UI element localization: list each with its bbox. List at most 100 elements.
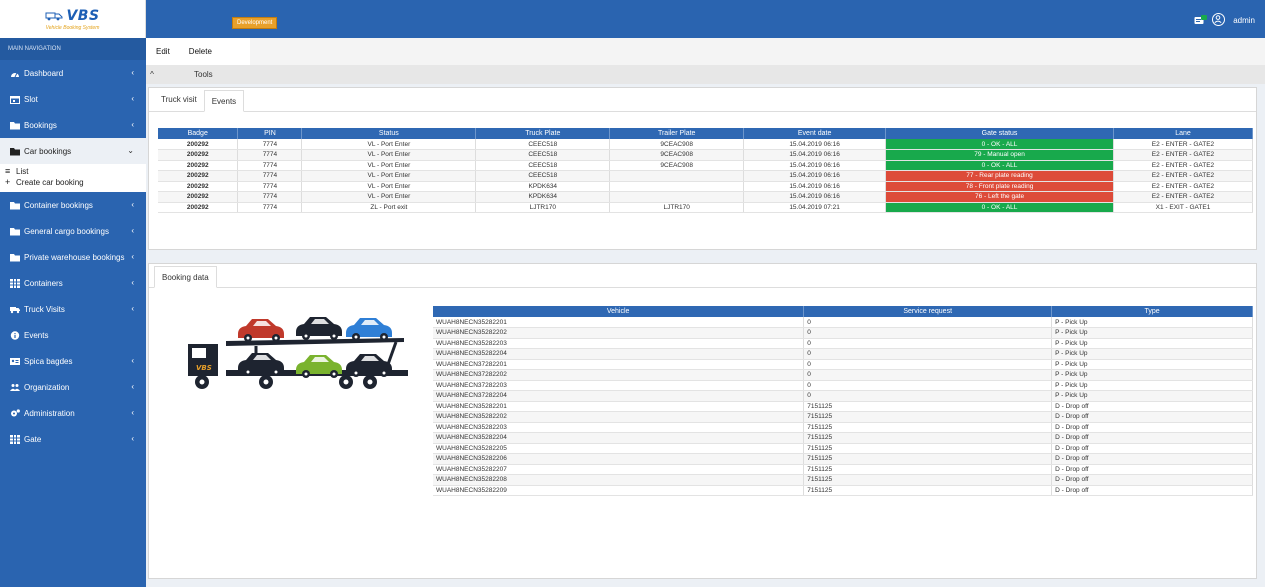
table-cell: 7151125 xyxy=(803,464,1053,475)
delete-button[interactable]: Delete xyxy=(179,47,221,56)
collapse-toolbar-icon[interactable]: ^ xyxy=(146,70,158,79)
column-header[interactable]: Lane xyxy=(1113,128,1254,139)
gears-icon xyxy=(10,408,22,418)
table-row[interactable]: WUAH8NECN37282204 0 P - Pick Up xyxy=(433,390,1253,402)
table-cell: 7151125 xyxy=(803,443,1053,454)
table-row[interactable]: WUAH8NECN35282202 7151125 D - Drop off xyxy=(433,411,1253,423)
sidebar-item-dashboard[interactable]: Dashboard ‹ xyxy=(0,60,146,86)
submenu-item-list[interactable]: ≡ List xyxy=(0,166,146,177)
tools-label[interactable]: Tools xyxy=(194,70,213,79)
column-header[interactable]: PIN xyxy=(237,128,303,139)
table-cell: VL - Port Enter xyxy=(301,160,477,171)
edit-button[interactable]: Edit xyxy=(146,47,179,56)
table-row[interactable]: 200292 7774 ZL - Port exit LJTR170 LJTR170 15… xyxy=(158,202,1254,213)
sidebar-item-label: General cargo bookings xyxy=(24,226,109,236)
chevron-left-icon: ‹ xyxy=(131,120,134,129)
column-header[interactable]: Vehicle xyxy=(433,306,805,317)
table-row[interactable]: WUAH8NECN35282206 7151125 D - Drop off xyxy=(433,453,1253,465)
chevron-left-icon: ‹ xyxy=(131,304,134,313)
table-cell: D - Drop off xyxy=(1051,411,1253,423)
table-cell: WUAH8NECN37282204 xyxy=(433,390,805,402)
table-row[interactable]: 200292 7774 VL - Port Enter KPDK634 15.04.20… xyxy=(158,191,1254,203)
table-row[interactable]: WUAH8NECN35282201 0 P - Pick Up xyxy=(433,317,1253,328)
table-cell xyxy=(609,170,745,182)
table-cell: 79 - Manual open xyxy=(885,149,1114,161)
table-row[interactable]: WUAH8NECN35282205 7151125 D - Drop off xyxy=(433,443,1253,454)
logo[interactable]: VBS Vehicle Booking System xyxy=(0,0,146,38)
table-row[interactable]: 200292 7774 VL - Port Enter CEEC518 9CEAC908… xyxy=(158,149,1254,161)
table-row[interactable]: WUAH8NECN35282207 7151125 D - Drop off xyxy=(433,464,1253,475)
submenu-label: Create car booking xyxy=(16,178,84,187)
sidebar-item-label: Administration xyxy=(24,408,75,418)
table-cell: CEEC518 xyxy=(475,170,611,182)
table-cell: 0 - OK - ALL xyxy=(885,202,1114,213)
sidebar-item-gate[interactable]: Gate ‹ xyxy=(0,426,146,452)
folder-icon xyxy=(10,121,22,130)
table-cell: WUAH8NECN37282202 xyxy=(433,369,805,381)
folder-icon xyxy=(10,201,22,210)
table-row[interactable]: WUAH8NECN35282203 0 P - Pick Up xyxy=(433,338,1253,349)
sidebar-item-truck-visits[interactable]: Truck Visits ‹ xyxy=(0,296,146,322)
column-header[interactable]: Event date xyxy=(743,128,887,139)
table-row[interactable]: WUAH8NECN35282209 7151125 D - Drop off xyxy=(433,485,1253,496)
sidebar-item-private-warehouse-bookings[interactable]: Private warehouse bookings ‹ xyxy=(0,244,146,270)
submenu-item-create-car-booking[interactable]: + Create car booking xyxy=(0,177,146,188)
notification-icon[interactable] xyxy=(1194,15,1207,25)
column-header[interactable]: Gate status xyxy=(885,128,1114,139)
tab-events[interactable]: Events xyxy=(203,90,245,112)
column-header[interactable]: Service request xyxy=(803,306,1053,317)
user-avatar-icon[interactable] xyxy=(1212,13,1225,26)
table-row[interactable]: 200292 7774 VL - Port Enter CEEC518 9CEAC908… xyxy=(158,160,1254,171)
table-cell: 78 - Front plate reading xyxy=(885,181,1114,192)
table-row[interactable]: WUAH8NECN35282201 7151125 D - Drop off xyxy=(433,401,1253,412)
table-cell: WUAH8NECN35282201 xyxy=(433,317,805,328)
sidebar-item-car-bookings[interactable]: Car bookings ⌄ xyxy=(0,138,146,164)
table-row[interactable]: 200292 7774 VL - Port Enter KPDK634 15.04.20… xyxy=(158,181,1254,192)
table-row[interactable]: WUAH8NECN37282201 0 P - Pick Up xyxy=(433,359,1253,370)
table-cell: P - Pick Up xyxy=(1051,348,1253,360)
table-cell: 7151125 xyxy=(803,485,1053,496)
chevron-left-icon: ‹ xyxy=(131,252,134,261)
table-row[interactable]: WUAH8NECN35282203 7151125 D - Drop off xyxy=(433,422,1253,433)
sidebar-item-label: Events xyxy=(24,330,49,340)
table-cell: CEEC518 xyxy=(475,160,611,171)
car-icon xyxy=(346,318,392,341)
sidebar-item-container-bookings[interactable]: Container bookings ‹ xyxy=(0,192,146,218)
sidebar-item-general-cargo-bookings[interactable]: General cargo bookings ‹ xyxy=(0,218,146,244)
column-header[interactable]: Trailer Plate xyxy=(609,128,745,139)
column-header[interactable]: Type xyxy=(1051,306,1253,317)
table-cell: D - Drop off xyxy=(1051,453,1253,465)
column-header[interactable]: Status xyxy=(301,128,477,139)
table-cell: 15.04.2019 06:16 xyxy=(743,160,887,171)
column-header[interactable]: Truck Plate xyxy=(475,128,611,139)
table-cell: 7151125 xyxy=(803,422,1053,433)
table-row[interactable]: 200292 7774 VL - Port Enter CEEC518 9CEAC908… xyxy=(158,139,1254,150)
column-header[interactable]: Badge xyxy=(158,128,239,139)
folder-icon xyxy=(10,147,22,156)
sidebar-item-organization[interactable]: Organization ‹ xyxy=(0,374,146,400)
chevron-left-icon: ‹ xyxy=(131,382,134,391)
table-row[interactable]: WUAH8NECN35282204 7151125 D - Drop off xyxy=(433,432,1253,444)
sidebar-item-label: Bookings xyxy=(24,120,57,130)
table-cell: 0 xyxy=(803,348,1053,360)
sidebar-item-containers[interactable]: Containers ‹ xyxy=(0,270,146,296)
table-cell: VL - Port Enter xyxy=(301,139,477,150)
table-cell: E2 - ENTER - GATE2 xyxy=(1113,181,1254,192)
sidebar-item-administration[interactable]: Administration ‹ xyxy=(0,400,146,426)
tab-truck-visit[interactable]: Truck visit xyxy=(154,89,204,111)
tab-booking-data[interactable]: Booking data xyxy=(154,266,217,288)
table-cell: WUAH8NECN37282203 xyxy=(433,380,805,391)
sidebar-item-events[interactable]: Events xyxy=(0,322,146,348)
table-row[interactable]: WUAH8NECN37282203 0 P - Pick Up xyxy=(433,380,1253,391)
table-row[interactable]: WUAH8NECN35282202 0 P - Pick Up xyxy=(433,327,1253,339)
sidebar-item-spica-bagdes[interactable]: Spica bagdes ‹ xyxy=(0,348,146,374)
table-row[interactable]: WUAH8NECN35282204 0 P - Pick Up xyxy=(433,348,1253,360)
user-name[interactable]: admin xyxy=(1233,16,1255,25)
table-row[interactable]: 200292 7774 VL - Port Enter CEEC518 15.04.20… xyxy=(158,170,1254,182)
table-cell: 7774 xyxy=(237,139,303,150)
table-cell: LJTR170 xyxy=(609,202,745,213)
sidebar-item-bookings[interactable]: Bookings ‹ xyxy=(0,112,146,138)
table-row[interactable]: WUAH8NECN37282202 0 P - Pick Up xyxy=(433,369,1253,381)
table-row[interactable]: WUAH8NECN35282208 7151125 D - Drop off xyxy=(433,474,1253,486)
sidebar-item-slot[interactable]: Slot ‹ xyxy=(0,86,146,112)
